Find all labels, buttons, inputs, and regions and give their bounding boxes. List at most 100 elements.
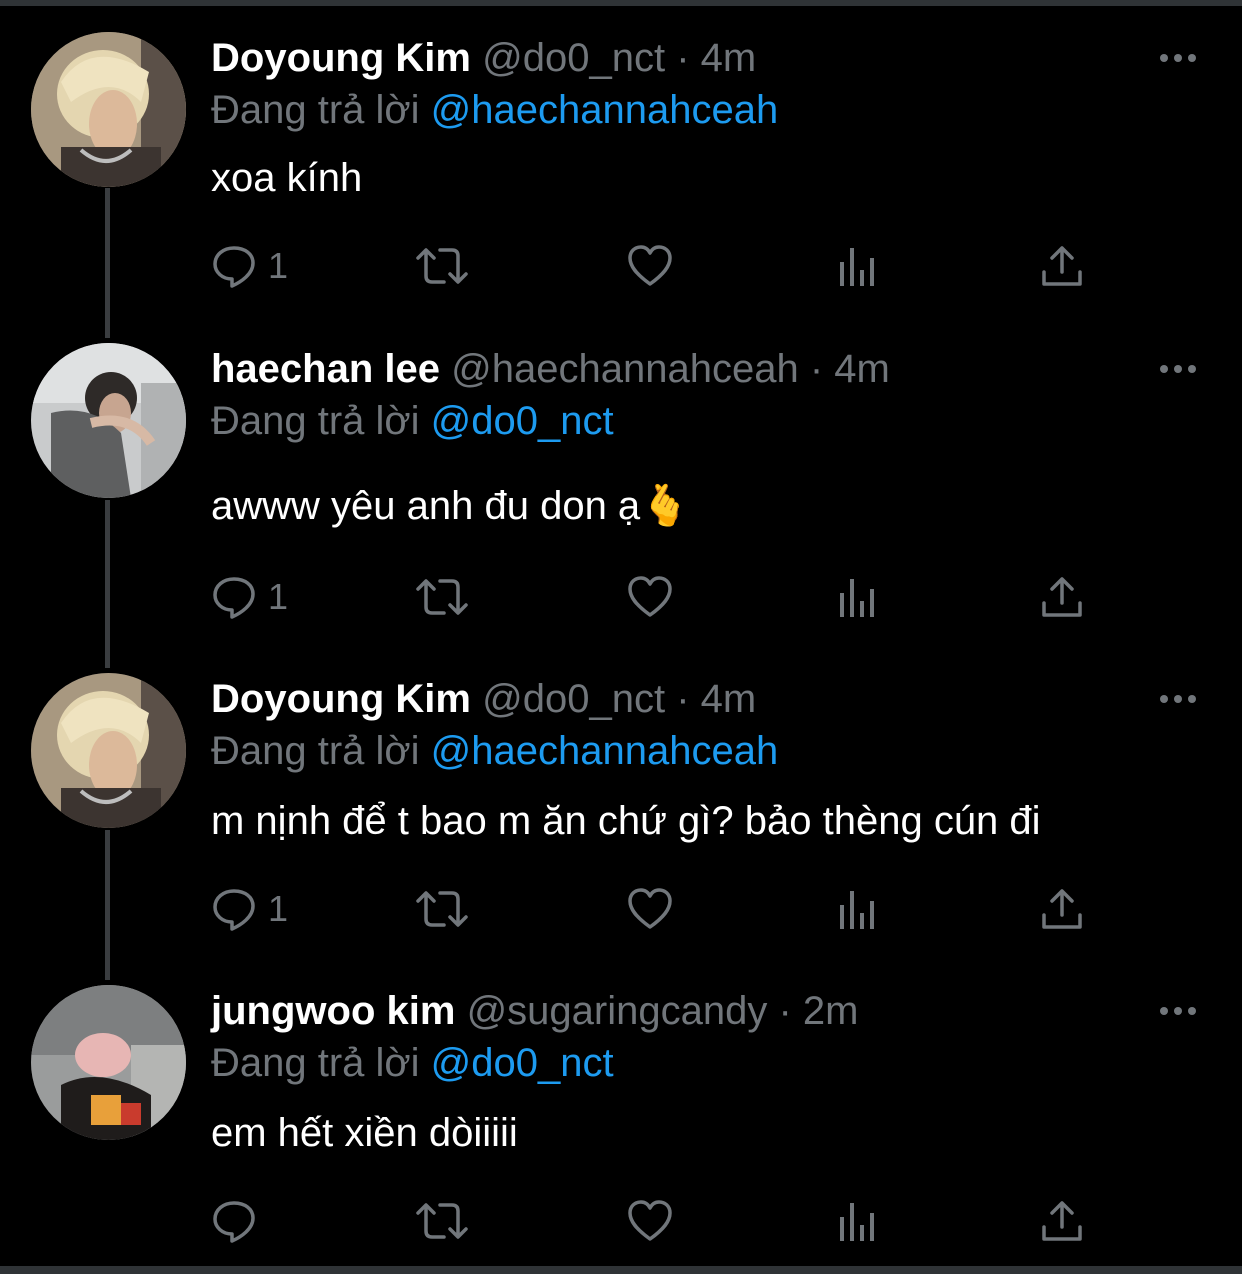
replying-to-label: Đang trả lời — [211, 399, 420, 443]
views-button[interactable] — [834, 567, 882, 627]
display-name[interactable]: Doyoung Kim — [211, 677, 471, 721]
tweet-header: Doyoung Kim @do0_nct · 4m — [211, 32, 756, 84]
separator-dot: · — [676, 677, 690, 721]
retweet-arrows-icon — [416, 248, 468, 284]
retweet-arrows-icon — [416, 1203, 468, 1239]
share-upload-icon — [1042, 577, 1082, 617]
reply-button[interactable]: 1 — [210, 879, 288, 939]
views-button[interactable] — [834, 879, 882, 939]
thread-connector — [105, 188, 110, 338]
speech-bubble-icon — [213, 246, 255, 288]
display-name[interactable]: haechan lee — [211, 347, 440, 391]
tweet-header: haechan lee @haechannahceah · 4m — [211, 343, 890, 395]
replying-to: Đang trả lời @haechannahceah — [211, 84, 778, 136]
like-button[interactable] — [626, 236, 674, 296]
replying-to-label: Đang trả lời — [211, 1041, 420, 1085]
ellipsis-icon — [1160, 695, 1196, 703]
replying-to-label: Đang trả lời — [211, 88, 420, 132]
share-upload-icon — [1042, 1201, 1082, 1241]
speech-bubble-icon — [213, 1201, 255, 1243]
action-bar: 1 — [210, 567, 1110, 627]
separator-dot: · — [676, 36, 690, 80]
tweet-header: jungwoo kim @sugaringcandy · 2m — [211, 985, 859, 1037]
views-button[interactable] — [834, 1191, 882, 1251]
bar-chart-icon — [840, 1203, 874, 1241]
more-options-button[interactable] — [1158, 359, 1202, 379]
display-name[interactable]: jungwoo kim — [211, 989, 455, 1033]
top-border — [0, 0, 1242, 6]
action-bar: 1 — [210, 879, 1110, 939]
thread-connector — [105, 500, 110, 668]
display-name[interactable]: Doyoung Kim — [211, 36, 471, 80]
reply-count: 1 — [268, 245, 289, 286]
user-handle[interactable]: @sugaringcandy — [467, 989, 768, 1033]
retweet-button[interactable] — [414, 236, 470, 296]
retweet-button[interactable] — [414, 567, 470, 627]
views-button[interactable] — [834, 236, 882, 296]
retweet-arrows-icon — [416, 891, 468, 927]
like-button[interactable] — [626, 567, 674, 627]
bar-chart-icon — [840, 891, 874, 929]
share-button[interactable] — [1038, 879, 1086, 939]
like-button[interactable] — [626, 879, 674, 939]
avatar[interactable] — [31, 673, 186, 828]
more-options-button[interactable] — [1158, 1001, 1202, 1021]
timestamp[interactable]: 2m — [803, 989, 859, 1033]
bar-chart-icon — [840, 579, 874, 617]
tweet-text: em hết xiền dòiiiii — [211, 1111, 518, 1155]
more-options-button[interactable] — [1158, 689, 1202, 709]
share-button[interactable] — [1038, 236, 1086, 296]
speech-bubble-icon — [213, 577, 255, 619]
timestamp[interactable]: 4m — [701, 677, 757, 721]
ellipsis-icon — [1160, 365, 1196, 373]
mention-link[interactable]: @haechannahceah — [431, 729, 779, 773]
like-button[interactable] — [626, 1191, 674, 1251]
tweet-text: m nịnh để t bao m ăn chứ gì? bảo thèng c… — [211, 799, 1041, 843]
retweet-button[interactable] — [414, 879, 470, 939]
more-options-button[interactable] — [1158, 48, 1202, 68]
retweet-arrows-icon — [416, 579, 468, 615]
heart-icon — [628, 1200, 672, 1241]
separator-dot: · — [778, 989, 792, 1033]
share-button[interactable] — [1038, 567, 1086, 627]
bottom-border — [0, 1266, 1242, 1274]
timestamp[interactable]: 4m — [834, 347, 890, 391]
speech-bubble-icon — [213, 889, 255, 931]
reply-button[interactable] — [210, 1191, 268, 1251]
heart-icon — [628, 576, 672, 617]
retweet-button[interactable] — [414, 1191, 470, 1251]
action-bar — [210, 1191, 1110, 1251]
heart-icon — [628, 888, 672, 929]
share-button[interactable] — [1038, 1191, 1086, 1251]
reply-button[interactable]: 1 — [210, 567, 288, 627]
tweet-text: xoa kính — [211, 156, 363, 200]
timestamp[interactable]: 4m — [701, 36, 757, 80]
separator-dot: · — [809, 347, 824, 391]
share-upload-icon — [1042, 889, 1082, 929]
mention-link[interactable]: @do0_nct — [431, 399, 614, 443]
heart-icon — [628, 245, 672, 286]
replying-to: Đang trả lời @haechannahceah — [211, 725, 778, 777]
share-upload-icon — [1042, 246, 1082, 286]
reply-count: 1 — [268, 576, 289, 617]
avatar[interactable] — [31, 32, 186, 187]
user-handle[interactable]: @do0_nct — [482, 677, 665, 721]
action-bar: 1 — [210, 236, 1110, 296]
mention-link[interactable]: @haechannahceah — [431, 88, 779, 132]
reply-button[interactable]: 1 — [210, 236, 288, 296]
avatar[interactable] — [31, 343, 186, 498]
avatar[interactable] — [31, 985, 186, 1140]
tweet-text: awww yêu anh đu don ạ🫰 — [211, 484, 690, 528]
replying-to: Đang trả lời @do0_nct — [211, 395, 614, 447]
reply-count: 1 — [268, 888, 289, 929]
user-handle[interactable]: @do0_nct — [482, 36, 665, 80]
replying-to: Đang trả lời @do0_nct — [211, 1037, 614, 1089]
mention-link[interactable]: @do0_nct — [431, 1041, 614, 1085]
bar-chart-icon — [840, 248, 874, 286]
replying-to-label: Đang trả lời — [211, 729, 420, 773]
thread-connector — [105, 830, 110, 980]
ellipsis-icon — [1160, 1007, 1196, 1015]
user-handle[interactable]: @haechannahceah — [451, 347, 799, 391]
tweet-header: Doyoung Kim @do0_nct · 4m — [211, 673, 756, 725]
ellipsis-icon — [1160, 54, 1196, 62]
